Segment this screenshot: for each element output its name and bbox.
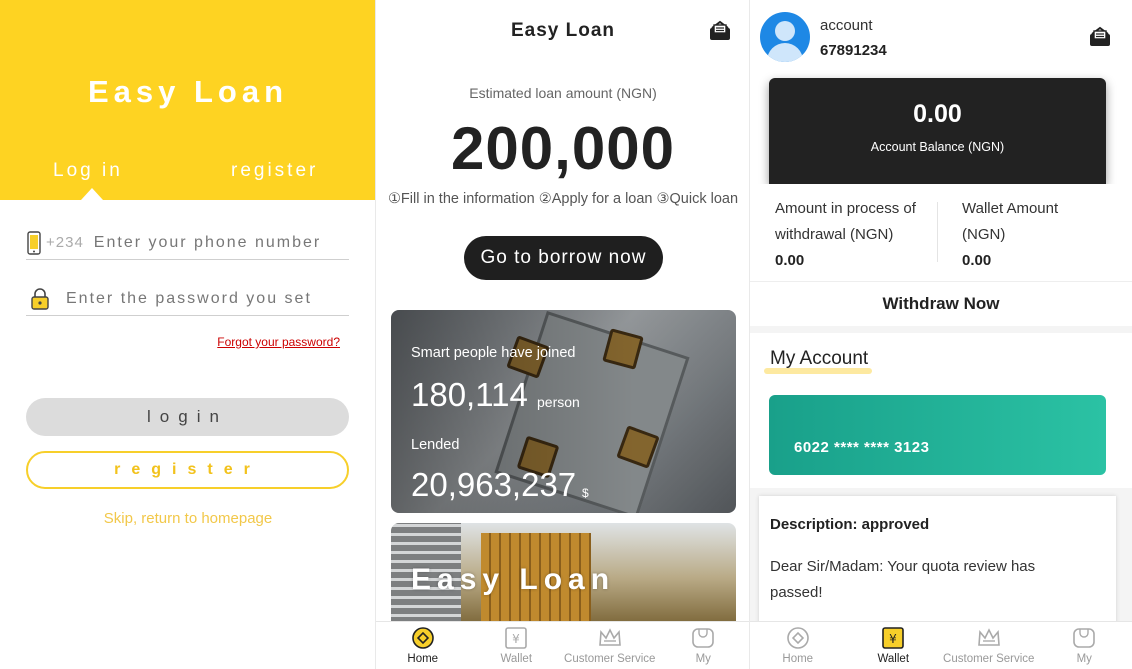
loan-steps: ①Fill in the information ②Apply for a lo… — [387, 191, 739, 207]
message-icon[interactable] — [708, 20, 732, 42]
balance-card: 0.00 Account Balance (NGN) — [769, 78, 1106, 184]
promo-banner[interactable]: Easy Loan — [391, 523, 736, 623]
forgot-password-link[interactable]: Forgot your password? — [217, 335, 340, 349]
balance-label: Account Balance (NGN) — [870, 140, 1005, 154]
phone-input[interactable]: Enter your phone number — [94, 234, 321, 252]
my-account-title: My Account — [770, 348, 869, 369]
page-title: Easy Loan — [510, 20, 616, 41]
tab-wallet[interactable]: ¥ Wallet — [470, 622, 564, 669]
home-icon — [411, 627, 435, 649]
wallet-icon: ¥ — [881, 627, 905, 649]
bottom-tabbar: Home ¥ Wallet Customer Service My — [376, 621, 750, 669]
tab-label: Customer Service — [943, 653, 1035, 665]
tab-login[interactable]: Log in — [53, 160, 123, 182]
home-icon — [786, 627, 810, 649]
promo-banner-title: Easy Loan — [411, 563, 616, 596]
person-unit: person — [537, 394, 580, 410]
crown-icon — [977, 627, 1001, 649]
account-number: 67891234 — [820, 42, 887, 59]
tab-label: Wallet — [500, 653, 533, 665]
tab-my[interactable]: My — [1037, 622, 1132, 669]
my-account-section: My Account 6022 **** **** 3123 — [750, 333, 1132, 488]
wallet-amount-label: Wallet Amount (NGN) — [962, 200, 1059, 243]
withdraw-now-button[interactable]: Withdraw Now — [750, 282, 1132, 326]
tab-customer-service[interactable]: Customer Service — [563, 622, 657, 669]
description-body: Dear Sir/Madam: Your quota review has pa… — [770, 558, 1036, 601]
password-field[interactable]: Enter the password you set — [26, 282, 349, 316]
currency-symbol: $ — [582, 486, 589, 500]
tab-customer-service[interactable]: Customer Service — [941, 622, 1037, 669]
withdrawal-label: Amount in process of withdrawal (NGN) — [775, 200, 916, 243]
card-number: 6022 **** **** 3123 — [794, 439, 930, 456]
joined-count: 180,114 — [411, 376, 528, 413]
home-screen: Easy Loan Estimated loan amount (NGN) 20… — [376, 0, 750, 669]
skip-to-homepage-link[interactable]: Skip, return to homepage — [0, 510, 376, 527]
phone-prefix: +234 — [46, 234, 84, 251]
wallet-icon: ¥ — [504, 627, 528, 649]
message-icon[interactable] — [1088, 26, 1112, 48]
crown-icon — [598, 627, 622, 649]
avatar-body — [767, 43, 803, 62]
avatar[interactable] — [760, 12, 810, 62]
tab-label: Home — [407, 653, 439, 665]
lock-icon — [30, 287, 50, 311]
tab-label: Wallet — [877, 653, 910, 665]
my-icon — [691, 627, 715, 649]
tab-wallet[interactable]: ¥ Wallet — [846, 622, 942, 669]
tab-home[interactable]: Home — [750, 622, 846, 669]
account-header: account 67891234 0.00 Account Balance (N… — [750, 0, 1132, 184]
divider — [937, 202, 938, 262]
wallet-amount-value: 0.00 — [962, 252, 992, 269]
description-card: Description: approved Dear Sir/Madam: Yo… — [759, 496, 1116, 626]
avatar-head — [775, 21, 795, 41]
wallet-amount-block: Wallet Amount (NGN) 0.00 — [962, 196, 1092, 274]
register-button[interactable]: register — [26, 451, 349, 489]
svg-text:¥: ¥ — [889, 632, 897, 646]
withdrawal-value: 0.00 — [775, 252, 805, 269]
wallet-screen: account 67891234 0.00 Account Balance (N… — [750, 0, 1132, 669]
login-header: Easy Loan Log in register — [0, 0, 376, 200]
tab-label: Customer Service — [564, 653, 656, 665]
balance-amount: 0.00 — [913, 100, 962, 128]
borrow-now-button[interactable]: Go to borrow now — [464, 236, 663, 280]
loan-amount: 200,000 — [451, 115, 675, 182]
joined-label: Smart people have joined — [411, 345, 576, 361]
stats-banner[interactable]: Smart people have joined 180,114 person … — [391, 310, 736, 513]
description-title: Description: approved — [770, 516, 930, 533]
tab-label: My — [1076, 653, 1092, 665]
app-title: Easy Loan — [87, 74, 289, 109]
lended-amount: 20,963,237 — [411, 466, 577, 503]
account-label: account — [820, 17, 873, 34]
tab-home[interactable]: Home — [376, 622, 470, 669]
tab-label: My — [695, 653, 711, 665]
tab-register[interactable]: register — [231, 160, 318, 182]
phone-field[interactable]: +234 Enter your phone number — [26, 226, 349, 260]
tab-my[interactable]: My — [657, 622, 751, 669]
amounts-summary: Amount in process of withdrawal (NGN) 0.… — [750, 184, 1132, 282]
estimated-loan-label: Estimated loan amount (NGN) — [469, 85, 657, 101]
tab-label: Home — [782, 653, 814, 665]
svg-text:¥: ¥ — [512, 632, 520, 646]
login-screen: Easy Loan Log in register +234 Enter you… — [0, 0, 376, 669]
password-input[interactable]: Enter the password you set — [66, 290, 312, 308]
lended-label: Lended — [411, 437, 460, 453]
login-button[interactable]: login — [26, 398, 349, 436]
withdrawal-amount-block: Amount in process of withdrawal (NGN) 0.… — [775, 196, 935, 274]
bottom-tabbar: Home ¥ Wallet Customer Service My — [750, 621, 1132, 669]
bank-card[interactable]: 6022 **** **** 3123 — [769, 395, 1106, 475]
my-icon — [1072, 627, 1096, 649]
active-tab-indicator — [81, 188, 103, 200]
phone-icon — [26, 230, 42, 255]
